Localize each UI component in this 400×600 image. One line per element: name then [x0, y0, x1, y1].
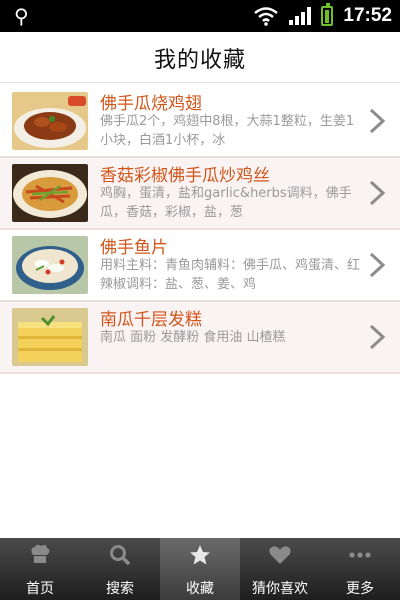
- tab-label: 首页: [26, 581, 54, 597]
- status-bar: ⚲ 17:52: [0, 0, 400, 32]
- title-bar: 我的收藏: [0, 32, 400, 83]
- chevron-right-icon: [369, 324, 386, 350]
- recipe-name: 香菇彩椒佛手瓜炒鸡丝: [100, 166, 270, 186]
- recipe-thumbnail: [12, 164, 88, 222]
- recipe-thumbnail: [12, 92, 88, 150]
- signal-icon: [289, 7, 312, 25]
- recipe-thumbnail: [12, 236, 88, 294]
- tab-label: 更多: [346, 581, 374, 597]
- star-icon: [190, 545, 210, 565]
- wifi-icon: [254, 7, 279, 26]
- status-time: 17:52: [343, 5, 392, 26]
- list-item[interactable]: 佛手瓜烧鸡翅 佛手瓜2个，鸡翅中8根，大蒜1整粒，生姜1小块，白酒1小杯，冰: [0, 86, 400, 158]
- list-item[interactable]: 香菇彩椒佛手瓜炒鸡丝 鸡胸，蛋清，盐和garlic&herbs调料，佛手瓜，香菇…: [0, 158, 400, 230]
- recipe-name: 佛手瓜烧鸡翅: [100, 94, 202, 114]
- heart-icon: [269, 546, 291, 564]
- usb-icon: ⚲: [14, 4, 29, 28]
- chef-hat-icon: [31, 544, 50, 563]
- more-dots-icon: [349, 552, 371, 558]
- chevron-right-icon: [369, 252, 386, 278]
- tab-home[interactable]: 首页: [0, 538, 80, 600]
- recipe-name: 南瓜千层发糕: [100, 310, 202, 330]
- recipe-desc: 用料主料：青鱼肉辅料：佛手瓜、鸡蛋清、红辣椒调料：盐、葱、姜、鸡: [100, 258, 361, 292]
- recipe-desc: 南瓜 面粉 发酵粉 食用油 山楂糕: [100, 330, 286, 345]
- bottom-tab-bar: 首页 搜索 收藏 猜你喜欢 更多: [0, 538, 400, 600]
- list-item[interactable]: 南瓜千层发糕 南瓜 面粉 发酵粉 食用油 山楂糕: [0, 302, 400, 374]
- battery-icon: [321, 3, 334, 26]
- tab-more[interactable]: 更多: [320, 538, 400, 600]
- tab-label: 收藏: [186, 581, 214, 597]
- favorites-list: 佛手瓜烧鸡翅 佛手瓜2个，鸡翅中8根，大蒜1整粒，生姜1小块，白酒1小杯，冰 香…: [0, 86, 400, 374]
- chevron-right-icon: [369, 108, 386, 134]
- recipe-name: 佛手鱼片: [100, 238, 168, 258]
- list-item[interactable]: 佛手鱼片 用料主料：青鱼肉辅料：佛手瓜、鸡蛋清、红辣椒调料：盐、葱、姜、鸡: [0, 230, 400, 302]
- search-icon: [110, 545, 131, 566]
- tab-favorites[interactable]: 收藏: [160, 538, 240, 600]
- chevron-right-icon: [369, 180, 386, 206]
- tab-recommend[interactable]: 猜你喜欢: [240, 538, 320, 600]
- tab-label: 搜索: [106, 581, 134, 597]
- tab-search[interactable]: 搜索: [80, 538, 160, 600]
- recipe-desc: 鸡胸，蛋清，盐和garlic&herbs调料，佛手瓜，香菇，彩椒，盐，葱: [100, 186, 352, 220]
- recipe-thumbnail: [12, 308, 88, 366]
- recipe-desc: 佛手瓜2个，鸡翅中8根，大蒜1整粒，生姜1小块，白酒1小杯，冰: [100, 114, 355, 148]
- page-title: 我的收藏: [153, 48, 246, 73]
- tab-label: 猜你喜欢: [252, 581, 308, 597]
